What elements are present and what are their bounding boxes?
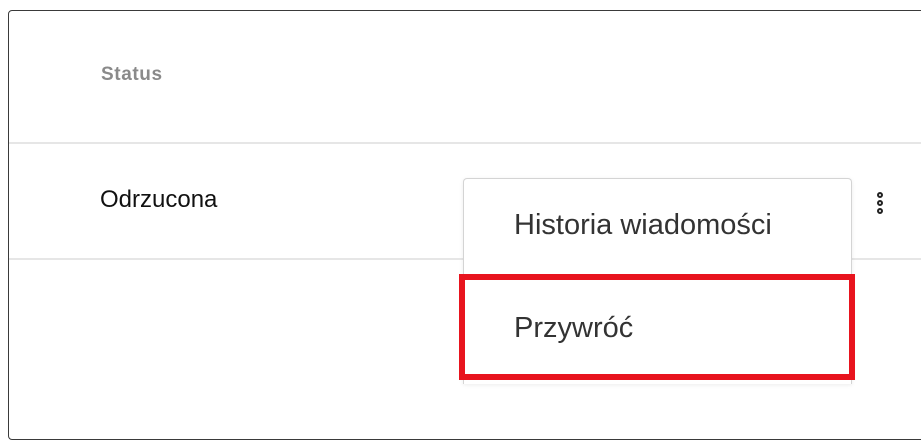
header-divider [9, 142, 921, 144]
more-vertical-icon [877, 192, 883, 198]
row-actions-dropdown: Historia wiadomości Przywróć [463, 178, 852, 384]
more-vertical-icon [877, 200, 883, 206]
more-options-button[interactable] [866, 180, 894, 226]
menu-item-message-history[interactable]: Historia wiadomości [514, 209, 772, 242]
more-vertical-icon [877, 208, 883, 214]
menu-item-restore[interactable]: Przywróć [514, 312, 633, 345]
status-cell: Odrzucona [100, 186, 218, 213]
status-column-header: Status [101, 64, 163, 85]
